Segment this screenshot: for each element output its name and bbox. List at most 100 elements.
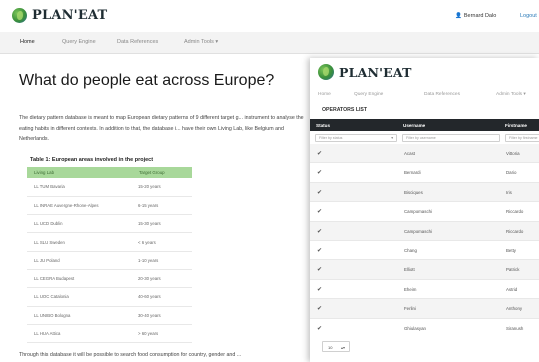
- firstname-cell: Betty: [506, 248, 517, 253]
- operators-window: PLAN'EAT Home Query Engine Data Referenc…: [310, 58, 539, 362]
- firstname-cell: Siranush: [506, 325, 524, 331]
- outro-paragraph: Through this database it will be possibl…: [19, 352, 242, 358]
- filter-row: Filter by status ▾ Filter by username Fi…: [310, 131, 539, 144]
- column-header-target-group: Target Group: [132, 167, 192, 178]
- table-row[interactable]: ✔ Acast Vittoria: [310, 144, 539, 164]
- main-navbar: Home Query Engine Data References Admin …: [0, 32, 539, 54]
- nav-home[interactable]: Home: [20, 39, 35, 45]
- table-row: LL JU Poland 1-10 years: [27, 251, 192, 270]
- table-row[interactable]: ✔ Ferlini Anthony: [310, 299, 539, 319]
- username-cell: Eheim: [404, 286, 417, 292]
- username-cell: Acast: [404, 151, 415, 156]
- table-caption: Table 1: European areas involved in the …: [30, 157, 154, 163]
- status-check-icon: ✔: [317, 151, 323, 157]
- page-size-select[interactable]: 10 ▴▾: [322, 341, 350, 352]
- table-row: LL TUM Bavaria 15-20 years: [27, 178, 192, 197]
- overlay-header: PLAN'EAT: [310, 58, 539, 88]
- table-row: LL UOC Catalonia 40-60 years: [27, 287, 192, 307]
- globe-logo-icon: [12, 8, 27, 23]
- nav-data-references[interactable]: Data References: [117, 39, 158, 45]
- living-lab-cell: LL SLU Sweden: [27, 232, 132, 252]
- page-title: What do people eat across Europe?: [19, 72, 275, 89]
- target-group-cell: 15-30 years: [132, 214, 192, 234]
- target-group-cell: 1-10 years: [132, 251, 192, 270]
- target-group-cell: 30-40 years: [132, 306, 192, 325]
- table-row[interactable]: ✔ Chang Betty: [310, 241, 539, 261]
- column-header-username[interactable]: Username: [403, 123, 425, 128]
- logout-link[interactable]: Logout: [520, 13, 537, 19]
- column-header-living-lab: Living Lab: [27, 167, 132, 178]
- status-check-icon: ✔: [317, 306, 323, 313]
- living-lab-cell: LL UNIBO Bologna: [27, 306, 132, 325]
- firstname-cell: Vittoria: [506, 151, 520, 156]
- nav-admin-tools[interactable]: Admin Tools ▾: [184, 39, 218, 45]
- status-check-icon: ✔: [317, 286, 323, 293]
- brand-logo[interactable]: PLAN'EAT: [12, 8, 107, 23]
- overlay-nav-home[interactable]: Home: [318, 92, 331, 97]
- nav-query-engine[interactable]: Query Engine: [62, 39, 96, 45]
- brand-wordmark: PLAN'EAT: [32, 8, 108, 23]
- user-info[interactable]: 👤 Bernard Dalo: [455, 13, 496, 19]
- target-group-cell: 15-20 years: [132, 178, 192, 197]
- living-lab-cell: LL CEGRA Budapest: [27, 269, 132, 289]
- status-check-icon: ✔: [317, 209, 323, 216]
- user-icon: 👤: [455, 13, 462, 19]
- living-lab-cell: LL INRAE Auvergne-Rhone-Alpes: [27, 196, 132, 216]
- username-filter-input[interactable]: Filter by username: [402, 133, 500, 142]
- table-row[interactable]: ✔ Bernardi Dario: [310, 163, 539, 183]
- table-row[interactable]: ✔ Elliott Patrick: [310, 260, 539, 280]
- column-header-status[interactable]: Status: [316, 123, 330, 128]
- status-check-icon: ✔: [317, 170, 323, 177]
- table-row[interactable]: ✔ Campomaschi Riccardo: [310, 202, 539, 222]
- target-group-cell: 6-15 years: [132, 196, 192, 216]
- firstname-cell: Anthony: [506, 306, 523, 312]
- table-row: LL INRAE Auvergne-Rhone-Alpes 6-15 years: [27, 196, 192, 216]
- table-row: LL SLU Sweden < 6 years: [27, 232, 192, 252]
- chevron-down-icon: ▴▾: [340, 344, 345, 350]
- firstname-cell: Riccardo: [506, 209, 524, 215]
- username-cell: Campomaschi: [404, 228, 433, 234]
- brand-wordmark: PLAN'EAT: [339, 64, 412, 80]
- overlay-nav-data-references[interactable]: Data References: [424, 92, 460, 97]
- table-row: LL HUA Attica > 60 years: [27, 324, 192, 344]
- living-lab-cell: LL UCD Dublin: [27, 214, 132, 234]
- screenshot-frame: PLAN'EAT 👤 Bernard Dalo Logout Home Quer…: [0, 0, 539, 362]
- username-cell: Ferlini: [404, 306, 416, 312]
- living-lab-cell: LL JU Poland: [27, 251, 132, 270]
- status-check-icon: ✔: [317, 189, 323, 196]
- chevron-down-icon: ▾: [391, 135, 393, 140]
- username-cell: Chang: [404, 248, 417, 253]
- username-cell: Bisciques: [404, 189, 423, 195]
- user-name: Bernard Dalo: [463, 13, 497, 19]
- target-group-cell: < 6 years: [132, 232, 192, 252]
- username-cell: Elliott: [404, 267, 415, 273]
- status-check-icon: ✔: [317, 267, 323, 274]
- column-header-firstname[interactable]: Firstname: [505, 123, 527, 128]
- status-filter-select[interactable]: Filter by status ▾: [315, 133, 397, 142]
- living-labs-table: Living Lab Target Group LL TUM Bavaria 15…: [27, 167, 192, 344]
- target-group-cell: 20-30 years: [132, 269, 192, 289]
- username-cell: Campomaschi: [404, 209, 433, 215]
- target-group-cell: > 60 years: [132, 324, 192, 344]
- firstname-cell: Iris: [506, 189, 512, 195]
- living-lab-cell: LL TUM Bavaria: [27, 178, 132, 197]
- table-row[interactable]: ✔ Bisciques Iris: [310, 182, 539, 203]
- status-check-icon: ✔: [317, 228, 323, 235]
- username-cell: Bernardi: [404, 170, 421, 176]
- overlay-nav-query-engine[interactable]: Query Engine: [354, 92, 383, 97]
- table-row[interactable]: ✔ Ghiulasyan Siranush: [310, 319, 539, 338]
- page-size-value: 10: [328, 345, 333, 350]
- top-header: PLAN'EAT 👤 Bernard Dalo Logout: [0, 0, 539, 32]
- firstname-filter-input[interactable]: Filter by firstname: [505, 133, 539, 142]
- overlay-nav-admin-tools[interactable]: Admin Tools ▾: [496, 92, 526, 97]
- living-lab-cell: LL UOC Catalonia: [27, 287, 132, 307]
- status-check-icon: ✔: [317, 325, 323, 332]
- table-row: LL UNIBO Bologna 30-40 years: [27, 306, 192, 325]
- table-row[interactable]: ✔ Campomaschi Riccardo: [310, 221, 539, 241]
- table-header-row: Living Lab Target Group: [27, 167, 192, 178]
- overlay-brand-logo[interactable]: PLAN'EAT: [318, 64, 412, 80]
- operators-table-header: Status Username Firstname: [310, 119, 539, 131]
- firstname-cell: Astrid: [506, 286, 518, 292]
- table-row: LL CEGRA Budapest 20-30 years: [27, 269, 192, 289]
- table-row[interactable]: ✔ Eheim Astrid: [310, 280, 539, 300]
